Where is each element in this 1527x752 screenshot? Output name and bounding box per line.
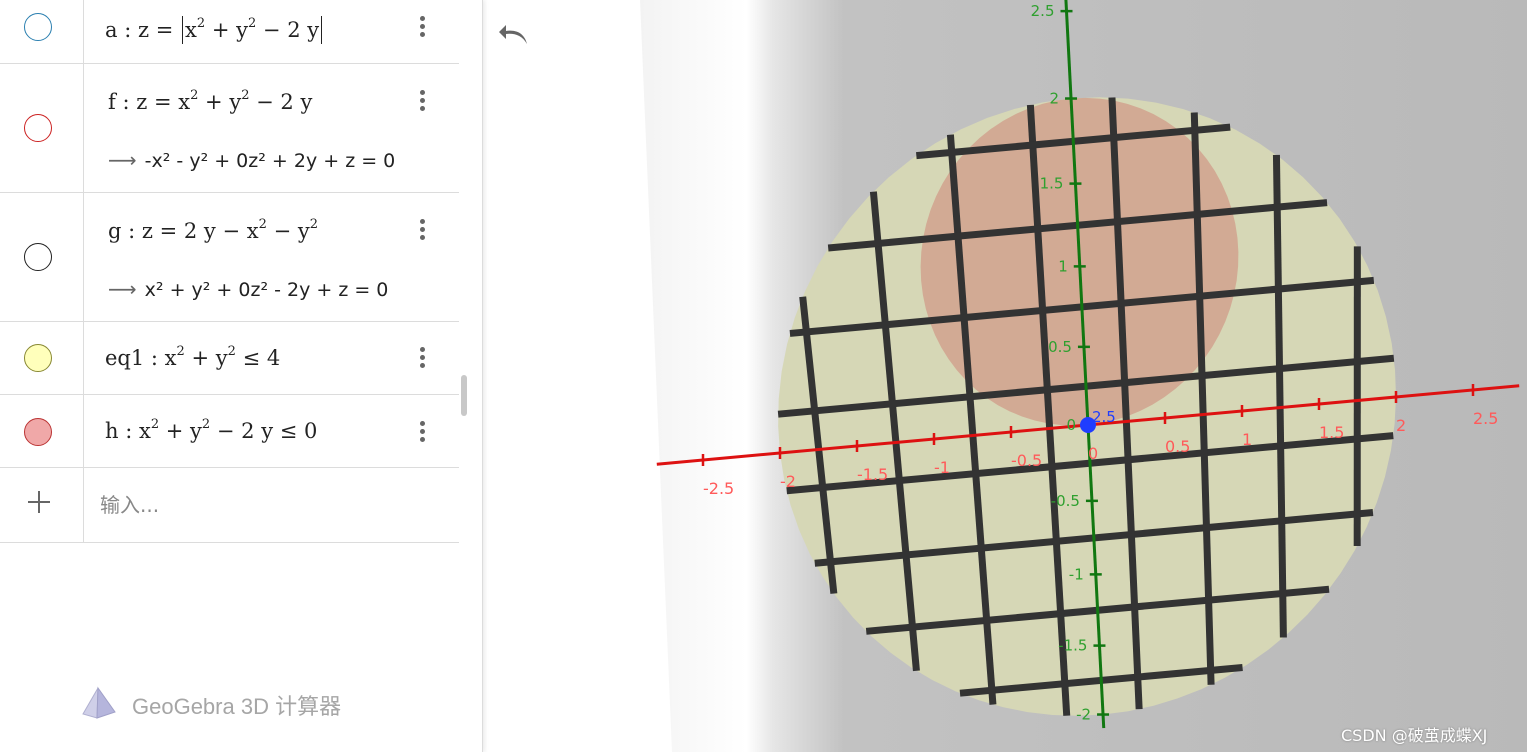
expr-part: − 2 y: [256, 90, 313, 114]
marble-column: [0, 64, 84, 192]
y-tick-label: -0.5: [1051, 492, 1080, 510]
exponent: 2: [176, 344, 185, 359]
more-vert-icon[interactable]: [414, 217, 432, 243]
x-tick-label: -2.5: [703, 479, 734, 498]
exponent: 2: [258, 217, 267, 232]
algebra-input[interactable]: [98, 487, 442, 523]
exponent: 2: [196, 16, 206, 31]
algebra-row-a[interactable]: a : z = x2 + y2 − 2 y: [0, 0, 459, 64]
more-vert-icon[interactable]: [414, 88, 432, 114]
visibility-marble-a[interactable]: [24, 13, 52, 41]
graphics-3d-view[interactable]: -2.5 -2 -1.5 -1 -0.5 0 0.5 1 1.5 2 2.5 2.5 2 1.5 1 0.5 0…: [483, 0, 1527, 752]
exponent: 2: [241, 88, 250, 103]
definition-f: ⟶ -x² - y² + 0z² + 2y + z = 0: [108, 148, 395, 172]
x-tick-label: -1.5: [857, 465, 888, 484]
expr-part: + y: [205, 90, 242, 114]
expr-part: z = 2 y − x: [141, 219, 259, 243]
marble-column: [0, 0, 84, 63]
exponent: 2: [190, 88, 199, 103]
abs-bar-right: [321, 16, 323, 44]
algebra-row-f[interactable]: f : z = x2 + y2 − 2 y ⟶ -x² - y² + 0z² + …: [0, 64, 459, 193]
y-tick-label: 2: [1049, 90, 1059, 108]
visibility-marble-eq1[interactable]: [24, 344, 52, 372]
expr-part: x: [164, 346, 177, 370]
x-tick-label: 0.5: [1165, 437, 1190, 456]
expr-part: x: [185, 18, 197, 42]
algebra-row-g[interactable]: g : z = 2 y − x2 − y2 ⟶ x² + y² + 0z² - 2…: [0, 193, 459, 322]
y-tick-label: 2.5: [1031, 2, 1055, 20]
x-tick-label: 1.5: [1319, 423, 1344, 442]
marble-column: [0, 322, 84, 394]
abs-bar-left: [182, 16, 183, 44]
watermark: CSDN @破茧成蝶XJ: [1341, 726, 1488, 745]
y-tick-label: 1.5: [1040, 175, 1064, 193]
visibility-marble-f[interactable]: [24, 114, 52, 142]
x-tick-label: -0.5: [1011, 451, 1042, 470]
y-tick-label: -1: [1069, 565, 1084, 583]
more-vert-icon[interactable]: [414, 345, 432, 371]
expression-a[interactable]: a : z = x2 + y2 − 2 y: [105, 16, 324, 44]
expression-f[interactable]: f : z = x2 + y2 − 2 y: [108, 88, 313, 114]
y-tick-label: -2: [1076, 706, 1091, 724]
arrow-right-icon: ⟶: [108, 277, 137, 301]
object-name: g: [108, 219, 122, 243]
definition-g: ⟶ x² + y² + 0z² - 2y + z = 0: [108, 277, 388, 301]
object-name: a: [105, 18, 118, 42]
expression-h[interactable]: h : x2 + y2 − 2 y ≤ 0: [105, 417, 318, 443]
expression-eq1[interactable]: eq1 : x2 + y2 ≤ 4: [105, 344, 281, 370]
expr-part: − 2 y ≤ 0: [216, 419, 318, 443]
y-tick-label: -1.5: [1058, 637, 1087, 655]
expr-part: + y: [165, 419, 202, 443]
x-tick-label: 0: [1088, 444, 1098, 463]
algebra-view: a : z = x2 + y2 − 2 y f : z = x2 + y2 − …: [0, 0, 483, 752]
expr-part: − 2 y: [262, 18, 320, 42]
more-vert-icon[interactable]: [414, 14, 432, 40]
visibility-marble-g[interactable]: [24, 243, 52, 271]
more-vert-icon[interactable]: [414, 419, 432, 445]
object-name: h: [105, 419, 119, 443]
expr-part: x: [138, 419, 151, 443]
brand-text: GeoGebra 3D 计算器: [132, 694, 342, 719]
y-tick-label: 0.5: [1048, 338, 1072, 356]
scrollbar-thumb[interactable]: [461, 375, 467, 416]
object-name: f: [108, 90, 116, 114]
visibility-marble-h[interactable]: [24, 418, 52, 446]
y-tick-label: 0: [1066, 416, 1076, 434]
expression-g[interactable]: g : z = 2 y − x2 − y2: [108, 217, 318, 243]
origin-label: 2.5: [1092, 408, 1116, 426]
definition-text: -x² - y² + 0z² + 2y + z = 0: [144, 150, 396, 172]
expr-part: + y: [211, 18, 248, 42]
algebra-row-eq1[interactable]: eq1 : x2 + y2 ≤ 4: [0, 322, 459, 395]
marble-column: [0, 193, 84, 321]
geogebra-3d-logo-icon: [82, 686, 116, 719]
plus-icon[interactable]: [26, 489, 52, 515]
exponent: 2: [201, 417, 211, 432]
x-tick-label: -1: [934, 458, 950, 477]
expr-part: − y: [273, 219, 310, 243]
marble-column: [0, 395, 84, 467]
definition-text: x² + y² + 0z² - 2y + z = 0: [144, 279, 389, 301]
object-name: eq1: [105, 346, 145, 370]
expr-part: ≤ 4: [242, 346, 281, 370]
brand-footer: GeoGebra 3D 计算器: [80, 686, 341, 722]
expr-part: z = x: [136, 90, 191, 114]
x-tick-label: 2.5: [1473, 409, 1498, 428]
exponent: 2: [309, 217, 318, 232]
expr-part: z =: [137, 18, 174, 42]
x-tick-label: 1: [1242, 430, 1252, 449]
y-tick-label: 1: [1058, 257, 1068, 275]
exponent: 2: [227, 344, 236, 359]
exponent: 2: [150, 417, 160, 432]
arrow-right-icon: ⟶: [108, 148, 137, 172]
x-tick-label: -2: [780, 472, 796, 491]
algebra-row-h[interactable]: h : x2 + y2 − 2 y ≤ 0: [0, 395, 459, 468]
exponent: 2: [247, 16, 257, 31]
expr-part: + y: [191, 346, 228, 370]
x-tick-label: 2: [1396, 416, 1406, 435]
undo-icon[interactable]: [497, 20, 531, 50]
